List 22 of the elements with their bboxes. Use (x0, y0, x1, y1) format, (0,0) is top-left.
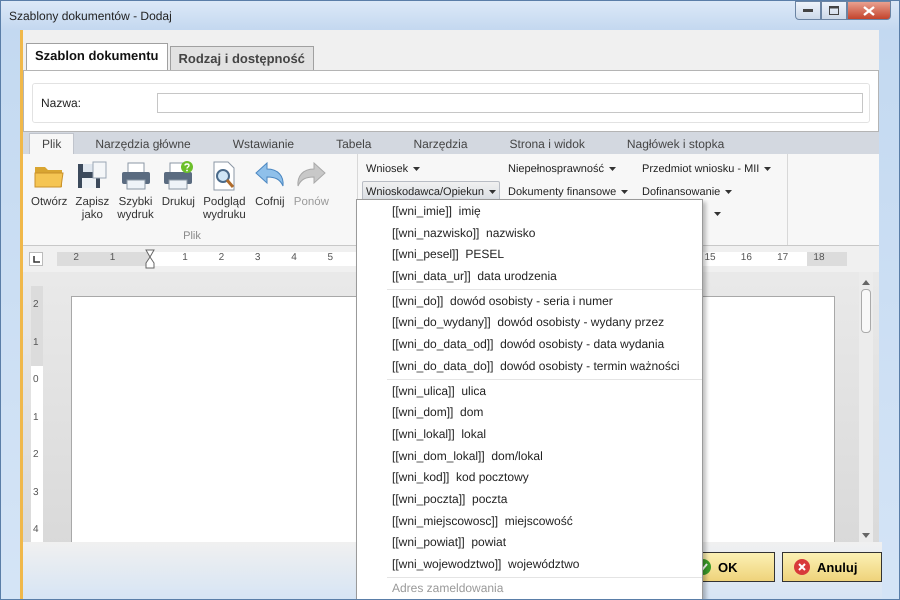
menu-section-header: Adres zameldowania (391, 580, 504, 597)
ruler-number: 2 (73, 252, 79, 263)
window-title: Szablony dokumentów - Dodaj (9, 8, 173, 22)
ruler-number: 1 (33, 336, 39, 348)
ruler-number: 0 (33, 374, 39, 385)
ruler-number: 1 (110, 252, 116, 263)
ruler-number: 3 (33, 486, 39, 498)
group-label: Plik (182, 230, 202, 244)
ruler-number: 2 (33, 449, 39, 460)
ruler-number: 4 (291, 252, 297, 263)
ruler-number: 17 (777, 252, 788, 263)
ruler-number: 3 (254, 252, 260, 263)
ruler-number: 16 (740, 252, 752, 263)
ruler-number: 1 (182, 252, 188, 263)
ruler-number: 15 (704, 252, 716, 263)
ruler-number: 18 (813, 252, 825, 263)
name-label: Nazwa: (41, 96, 82, 110)
ruler-number: 2 (33, 299, 39, 310)
ruler-number: 1 (33, 412, 39, 422)
ruler-number: 4 (33, 524, 39, 535)
ruler-number: 5 (328, 252, 334, 263)
ruler-number: 2 (218, 252, 224, 263)
